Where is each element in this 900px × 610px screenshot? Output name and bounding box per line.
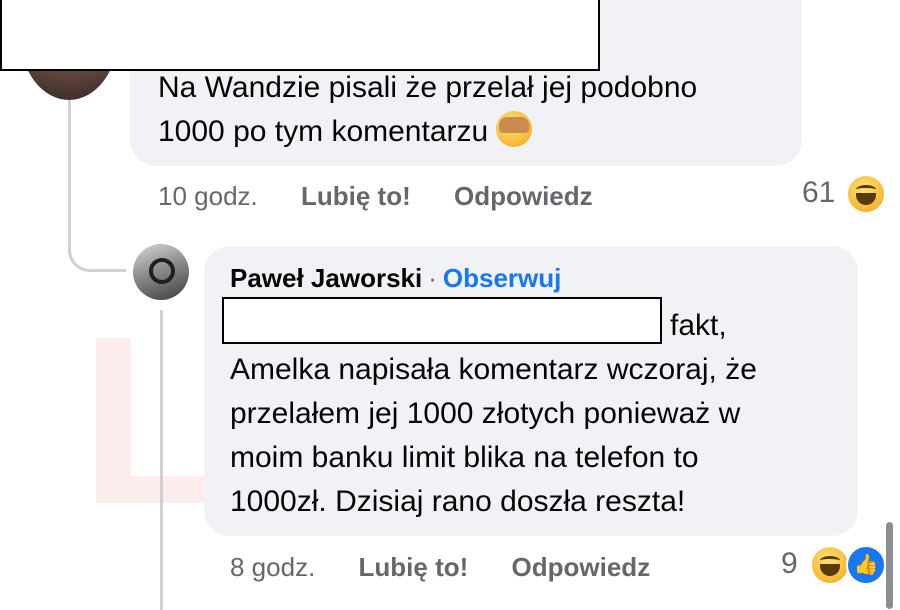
- author-name[interactable]: Paweł Jaworski: [230, 263, 422, 293]
- comment-actions: 10 godz. Lubię to! Odpowiedz: [158, 181, 629, 212]
- comment-line: Na Wandzie pisali że przelał jej podobno: [158, 71, 698, 104]
- comment-line: przelałem jej 1000 złotych ponieważ w: [230, 397, 741, 430]
- redacted-author-name: [0, 0, 600, 71]
- like-reaction-icon[interactable]: 👍: [846, 545, 886, 585]
- reply-thread-line: [160, 310, 163, 610]
- comment-line: fakt,: [670, 309, 727, 342]
- haha-reaction-icon[interactable]: [810, 545, 850, 585]
- reply-text: fakt, Amelka napisała komentarz wczoraj,…: [230, 304, 757, 524]
- like-button[interactable]: Lubię to!: [359, 552, 469, 582]
- comment-text: Na Wandzie pisali że przelał jej podobno…: [158, 66, 697, 154]
- follow-button[interactable]: Obserwuj: [443, 263, 561, 293]
- thread-connector: [68, 100, 126, 272]
- comment-line: Amelka napisała komentarz wczoraj, że: [230, 353, 757, 386]
- see-no-evil-monkey-icon: [496, 111, 533, 147]
- reply-button[interactable]: Odpowiedz: [454, 181, 593, 211]
- comment-timestamp[interactable]: 10 godz.: [158, 181, 258, 211]
- comment-line: 1000 po tym komentarzu: [158, 110, 697, 154]
- comment-timestamp[interactable]: 8 godz.: [230, 552, 315, 582]
- reply-actions: 8 godz. Lubię to! Odpowiedz: [230, 552, 686, 583]
- reply-button[interactable]: Odpowiedz: [512, 552, 651, 582]
- like-button[interactable]: Lubię to!: [301, 181, 411, 211]
- separator: ·: [428, 263, 437, 293]
- comment-line: 1000zł. Dzisiaj rano doszła reszta!: [230, 485, 686, 518]
- reply-header: Paweł Jaworski · Obserwuj: [230, 263, 561, 294]
- avatar[interactable]: [133, 244, 189, 300]
- reaction-count[interactable]: 61: [802, 176, 835, 210]
- reaction-count[interactable]: 9: [781, 547, 798, 581]
- comment-line: moim banku limit blika na telefon to: [230, 441, 699, 474]
- scrollbar[interactable]: [886, 522, 893, 609]
- haha-reaction-icon[interactable]: [846, 174, 886, 214]
